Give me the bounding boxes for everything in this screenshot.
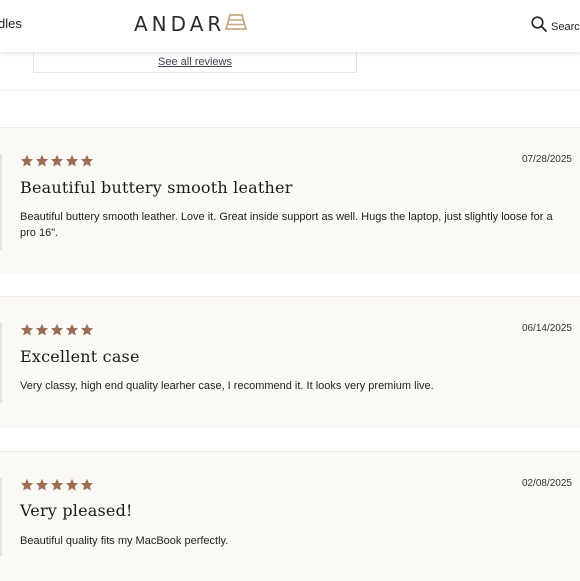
review-accent-bar [0, 478, 2, 556]
search-icon [531, 16, 547, 37]
star-rating [20, 478, 94, 492]
star-icon [50, 323, 64, 337]
review-title: Excellent case [20, 347, 140, 366]
star-icon [65, 154, 79, 168]
star-icon [80, 478, 94, 492]
review-accent-bar [0, 323, 2, 403]
site-header: dles ANDAR Search [0, 0, 580, 52]
star-icon [35, 323, 49, 337]
review-card: 02/08/2025 Very pleased! Beautiful quali… [0, 451, 580, 581]
review-accent-bar [0, 154, 2, 250]
review-date: 07/28/2025 [521, 154, 572, 165]
review-title: Beautiful buttery smooth leather [20, 178, 293, 197]
review-body: Very classy, high end quality learher ca… [20, 380, 434, 392]
star-icon [65, 323, 79, 337]
search-button[interactable]: Search [531, 16, 580, 37]
star-icon [80, 323, 94, 337]
section-divider [0, 90, 580, 91]
search-label: Search [551, 20, 580, 33]
review-date: 02/08/2025 [521, 478, 572, 489]
star-icon [20, 154, 34, 168]
star-rating [20, 154, 94, 168]
star-icon [50, 154, 64, 168]
brand-logo[interactable]: ANDAR [134, 12, 248, 36]
star-icon [35, 478, 49, 492]
star-icon [20, 478, 34, 492]
star-icon [80, 154, 94, 168]
review-title: Very pleased! [20, 501, 133, 520]
review-date: 06/14/2025 [521, 323, 572, 334]
star-icon [20, 323, 34, 337]
see-all-reviews-link[interactable]: See all reviews [0, 56, 390, 68]
review-body: Beautiful quality fits my MacBook perfec… [20, 535, 229, 547]
nav-link-bundles[interactable]: dles [0, 16, 22, 31]
review-card: 07/28/2025 Beautiful buttery smooth leat… [0, 127, 580, 274]
star-icon [35, 154, 49, 168]
review-card: 06/14/2025 Excellent case Very classy, h… [0, 296, 580, 428]
brand-wordmark: ANDAR [134, 12, 226, 36]
star-icon [50, 478, 64, 492]
summary-box-border-bottom [33, 72, 357, 73]
review-body: Beautiful buttery smooth leather. Love i… [20, 211, 553, 239]
star-icon [65, 478, 79, 492]
logo-mark-icon [225, 13, 248, 35]
star-rating [20, 323, 94, 337]
